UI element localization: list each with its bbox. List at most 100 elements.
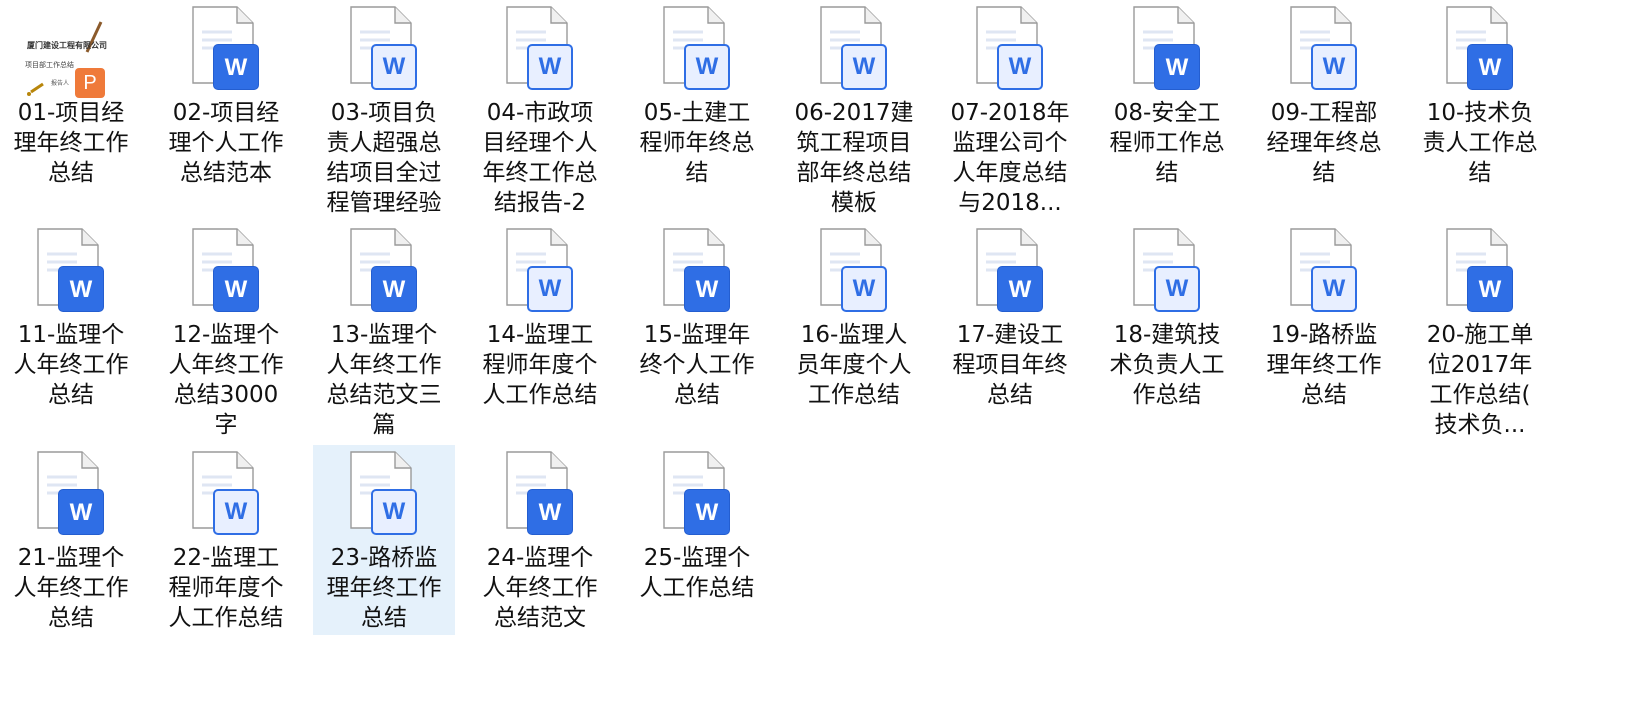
word-badge-icon: W [58, 266, 104, 312]
word-document-icon: W [962, 228, 1058, 318]
file-name: 17-建设工 程项目年终 总结 [952, 322, 1068, 408]
file-item[interactable]: W 07-2018年 监理公司个 人年度总结 与2018... [939, 0, 1081, 216]
file-name: 09-工程部 经理年终总 结 [1266, 100, 1382, 186]
file-item[interactable]: W 17-建设工 程项目年终 总结 [939, 222, 1081, 412]
word-badge-icon: W [213, 266, 259, 312]
file-name: 12-监理个 人年终工作 总结3000 字 [168, 322, 284, 438]
file-item[interactable]: W 08-安全工 程师工作总 结 [1096, 0, 1238, 190]
word-document-icon: W [492, 6, 588, 96]
word-document-icon: W [1432, 6, 1528, 96]
file-name: 08-安全工 程师工作总 结 [1109, 100, 1225, 186]
word-document-icon: W [806, 228, 902, 318]
word-badge-icon: W [371, 489, 417, 535]
word-badge-icon: W [371, 44, 417, 90]
file-name: 18-建筑技 术负责人工 作总结 [1109, 322, 1225, 408]
word-document-icon: W [178, 6, 274, 96]
file-name: 05-土建工 程师年终总 结 [639, 100, 755, 186]
word-document-icon: W [492, 228, 588, 318]
word-badge-icon: W [684, 44, 730, 90]
word-badge-icon: W [841, 266, 887, 312]
word-badge-icon: W [684, 266, 730, 312]
file-name: 21-监理个 人年终工作 总结 [13, 545, 129, 631]
file-name: 23-路桥监 理年终工作 总结 [326, 545, 442, 631]
file-name: 02-项目经 理个人工作 总结范本 [168, 100, 284, 186]
file-name: 16-监理人 员年度个人 工作总结 [796, 322, 912, 408]
word-badge-icon: W [527, 44, 573, 90]
file-item[interactable]: W 21-监理个 人年终工作 总结 [0, 445, 142, 635]
file-item[interactable]: W 25-监理个 人工作总结 [626, 445, 768, 635]
file-name: 10-技术负 责人工作总 结 [1422, 100, 1538, 186]
file-name: 11-监理个 人年终工作 总结 [13, 322, 129, 408]
slide-title: 厦门建设工程有限公司 [27, 41, 107, 50]
file-name: 20-施工单 位2017年 工作总结( 技术负... [1426, 322, 1534, 438]
word-document-icon: W [649, 451, 745, 541]
word-badge-icon: W [213, 44, 259, 90]
word-document-icon: W [962, 6, 1058, 96]
file-name: 06-2017建 筑工程项目 部年终总结 模板 [794, 100, 914, 216]
file-item[interactable]: 厦门建设工程有限公司 项目部工作总结 报告人 P 01-项目经 理年终工作 总结 [0, 0, 142, 190]
file-item[interactable]: W 02-项目经 理个人工作 总结范本 [155, 0, 297, 190]
word-badge-icon: W [1467, 266, 1513, 312]
word-document-icon: W [23, 228, 119, 318]
file-item[interactable]: W 12-监理个 人年终工作 总结3000 字 [155, 222, 297, 438]
word-badge-icon: W [213, 489, 259, 535]
powerpoint-badge-icon: P [75, 68, 105, 98]
word-document-icon: W [1276, 6, 1372, 96]
word-badge-icon: W [371, 266, 417, 312]
file-item[interactable]: W 03-项目负 责人超强总 结项目全过 程管理经验 [313, 0, 455, 216]
word-document-icon: W [1119, 228, 1215, 318]
word-document-icon: W [492, 451, 588, 541]
word-document-icon: W [336, 228, 432, 318]
file-item[interactable]: W 24-监理个 人年终工作 总结范文 [469, 445, 611, 635]
word-badge-icon: W [1467, 44, 1513, 90]
file-name: 22-监理工 程师年度个 人工作总结 [168, 545, 284, 631]
file-name: 25-监理个 人工作总结 [639, 545, 755, 601]
word-badge-icon: W [527, 266, 573, 312]
word-document-icon: W [1119, 6, 1215, 96]
word-badge-icon: W [527, 489, 573, 535]
file-item[interactable]: W 15-监理年 终个人工作 总结 [626, 222, 768, 412]
file-item[interactable]: W 13-监理个 人年终工作 总结范文三 篇 [313, 222, 455, 438]
word-badge-icon: W [997, 44, 1043, 90]
word-badge-icon: W [997, 266, 1043, 312]
file-item[interactable]: W 22-监理工 程师年度个 人工作总结 [155, 445, 297, 635]
file-item[interactable]: W 06-2017建 筑工程项目 部年终总结 模板 [783, 0, 925, 216]
word-badge-icon: W [684, 489, 730, 535]
word-document-icon: W [178, 228, 274, 318]
file-item[interactable]: W 19-路桥监 理年终工作 总结 [1253, 222, 1395, 412]
file-name: 15-监理年 终个人工作 总结 [639, 322, 755, 408]
file-name: 03-项目负 责人超强总 结项目全过 程管理经验 [326, 100, 442, 216]
file-item[interactable]: W 09-工程部 经理年终总 结 [1253, 0, 1395, 190]
word-badge-icon: W [1311, 266, 1357, 312]
word-document-icon: W [23, 451, 119, 541]
word-document-icon: W [806, 6, 902, 96]
file-item[interactable]: W 14-监理工 程师年度个 人工作总结 [469, 222, 611, 412]
file-item[interactable]: W 20-施工单 位2017年 工作总结( 技术负... [1409, 222, 1551, 438]
powerpoint-thumbnail-icon: 厦门建设工程有限公司 项目部工作总结 报告人 P [23, 6, 119, 98]
file-name: 14-监理工 程师年度个 人工作总结 [482, 322, 598, 408]
word-document-icon: W [178, 451, 274, 541]
file-name: 13-监理个 人年终工作 总结范文三 篇 [326, 322, 442, 438]
file-name: 01-项目经 理年终工作 总结 [13, 100, 129, 186]
file-item[interactable]: W 18-建筑技 术负责人工 作总结 [1096, 222, 1238, 412]
word-badge-icon: W [1311, 44, 1357, 90]
word-badge-icon: W [841, 44, 887, 90]
file-item[interactable]: W 11-监理个 人年终工作 总结 [0, 222, 142, 412]
word-document-icon: W [1276, 228, 1372, 318]
file-grid: 厦门建设工程有限公司 项目部工作总结 报告人 P 01-项目经 理年终工作 总结… [0, 0, 1633, 723]
slide-author: 报告人 [51, 80, 70, 87]
slide-subtitle: 项目部工作总结 [25, 61, 74, 69]
file-item[interactable]: W 16-监理人 员年度个人 工作总结 [783, 222, 925, 412]
file-name: 04-市政项 目经理个人 年终工作总 结报告-2 [482, 100, 598, 216]
file-item[interactable]: W 23-路桥监 理年终工作 总结 [313, 445, 455, 635]
file-item[interactable]: W 05-土建工 程师年终总 结 [626, 0, 768, 190]
word-document-icon: W [649, 228, 745, 318]
word-badge-icon: W [1154, 266, 1200, 312]
file-name: 07-2018年 监理公司个 人年度总结 与2018... [950, 100, 1070, 216]
word-badge-icon: W [1154, 44, 1200, 90]
file-name: 24-监理个 人年终工作 总结范文 [482, 545, 598, 631]
file-name: 19-路桥监 理年终工作 总结 [1266, 322, 1382, 408]
file-item[interactable]: W 10-技术负 责人工作总 结 [1409, 0, 1551, 190]
word-document-icon: W [336, 451, 432, 541]
file-item[interactable]: W 04-市政项 目经理个人 年终工作总 结报告-2 [469, 0, 611, 216]
